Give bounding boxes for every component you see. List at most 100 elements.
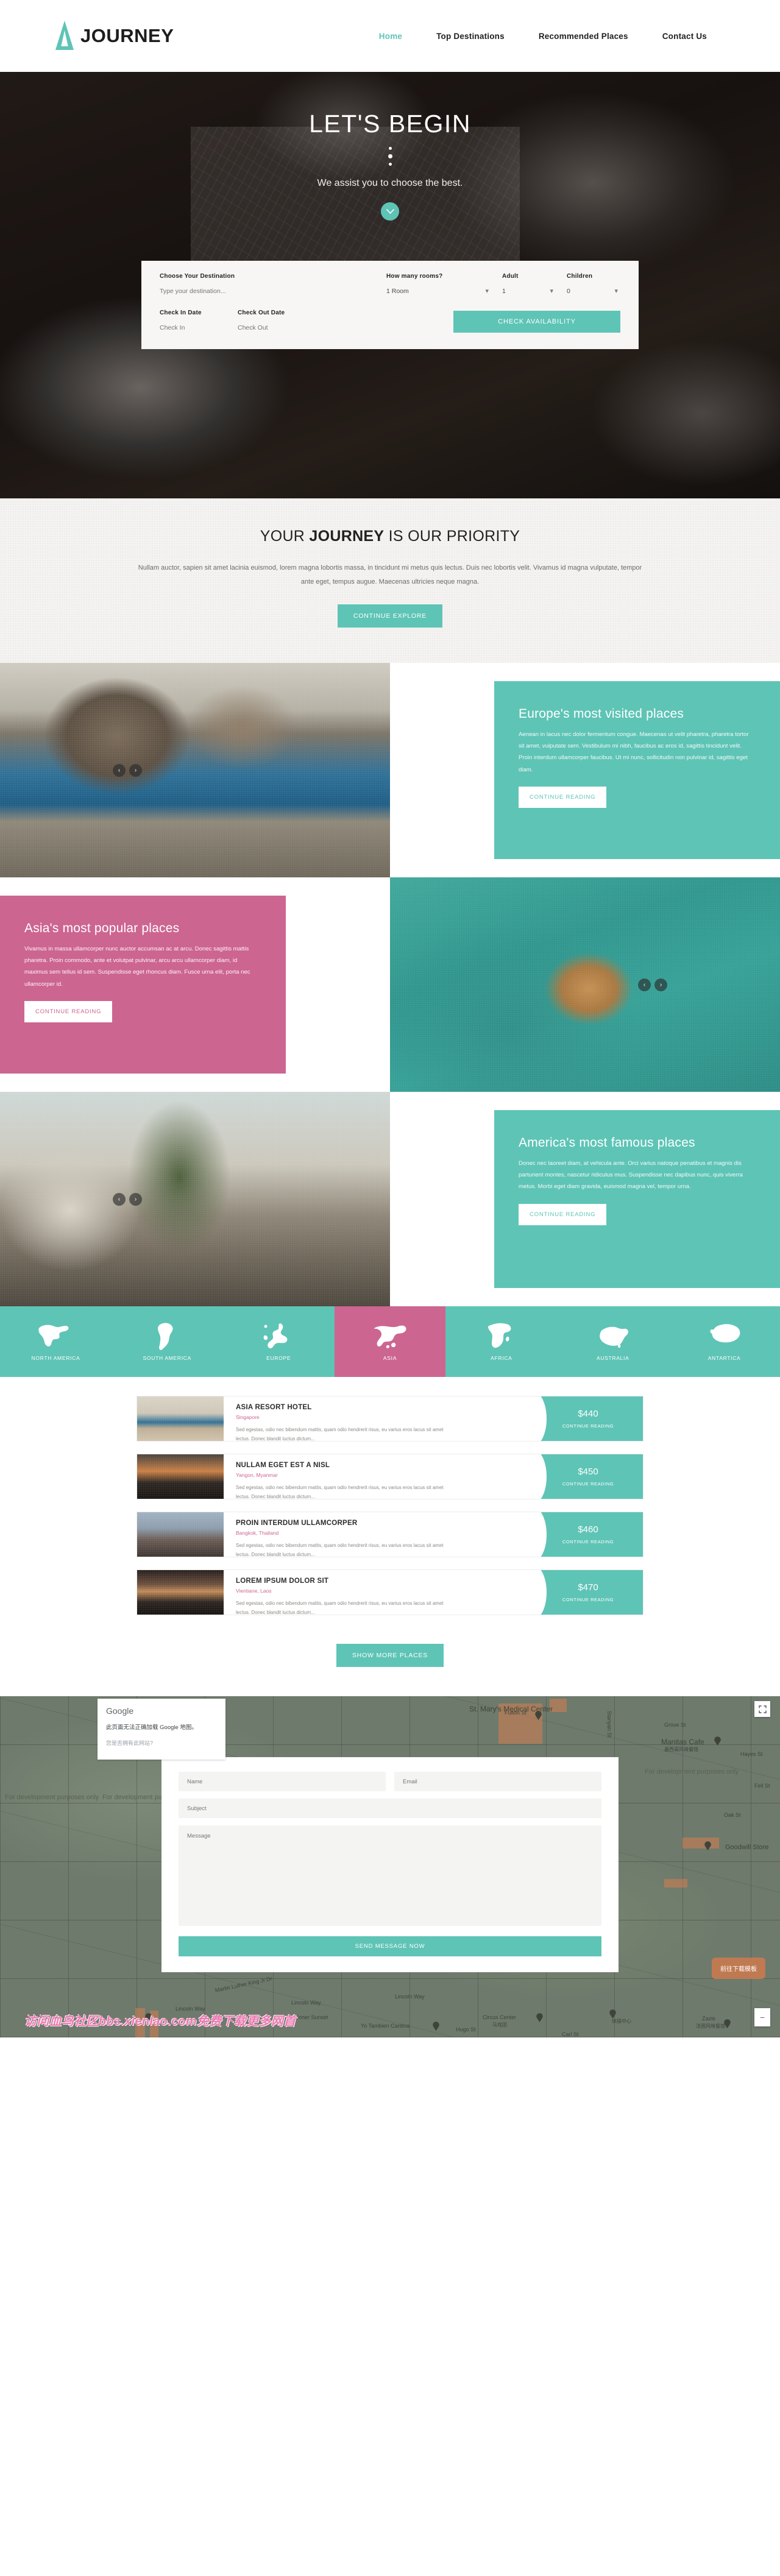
hotel-description: Sed egestas, odio nec bibendum mattis, q… (236, 1543, 444, 1557)
hotel-continue-reading[interactable]: CONTINUE READING (562, 1597, 614, 1602)
continent-label: ASIA (383, 1355, 397, 1362)
continent-label: ANTARTICA (707, 1355, 741, 1362)
contact-form: SEND MESSAGE NOW (161, 1757, 619, 1973)
map-label: Fell St (754, 1783, 770, 1789)
contact-message-textarea[interactable] (179, 1825, 601, 1927)
map-label: 墨西哥风味餐馆 (664, 1747, 698, 1753)
contact-email-input[interactable] (394, 1772, 601, 1792)
contact-subject-input[interactable] (179, 1799, 601, 1819)
hotel-price-panel[interactable]: $470 CONTINUE READING (520, 1570, 643, 1615)
map-contact-section: St. Mary's Medical Center Grove St Manit… (0, 1696, 780, 2038)
europe-body: Aenean in lacus nec dolor fermentum cong… (519, 731, 749, 773)
continent-antarctica[interactable]: ANTARTICA (668, 1306, 780, 1378)
hotel-name: ASIA RESORT HOTEL (236, 1404, 312, 1412)
europe-continue-reading-button[interactable]: CONTINUE READING (519, 786, 607, 808)
nav-item-top-destinations[interactable]: Top Destinations (436, 32, 505, 41)
carousel-prev-icon[interactable]: ‹ (113, 764, 126, 777)
australia-map-icon (595, 1322, 631, 1350)
hotel-price-panel[interactable]: $450 CONTINUE READING (520, 1454, 643, 1499)
map-label: Manitas Cafe (661, 1738, 704, 1747)
hotel-description: Sed egestas, odio nec bibendum mattis, q… (236, 1427, 444, 1442)
adult-value: 1 (502, 288, 506, 295)
north-america-map-icon (38, 1322, 73, 1350)
carousel-next-icon[interactable]: › (654, 978, 667, 992)
map-zoom-out-button[interactable]: − (754, 2008, 770, 2027)
hotel-continue-reading[interactable]: CONTINUE READING (562, 1539, 614, 1545)
checkout-input[interactable] (238, 324, 403, 331)
continents-strip: NORTH AMERICA SOUTH AMERICA EUROPE ASIA … (0, 1306, 780, 1378)
asia-continue-reading-button[interactable]: CONTINUE READING (24, 1000, 113, 1022)
hotel-info: ASIA RESORT HOTEL Singapore Sed egestas,… (224, 1396, 533, 1441)
hotel-location: Singapore (236, 1414, 260, 1421)
send-message-button[interactable]: SEND MESSAGE NOW (179, 1936, 601, 1957)
map-label: Fulton St (505, 1710, 527, 1716)
map-label: Oak St (724, 1812, 741, 1819)
hotel-info: PROIN INTERDUM ULLAMCORPER Bangkok, Thai… (224, 1512, 533, 1557)
chevron-down-icon: ▾ (550, 287, 553, 295)
hotel-price: $470 (578, 1582, 598, 1593)
adult-select[interactable]: 1 ▾ (502, 288, 556, 295)
europe-map-icon (261, 1322, 296, 1350)
nav-item-contact-us[interactable]: Contact Us (662, 32, 707, 41)
children-select[interactable]: 0 ▾ (567, 288, 620, 295)
hero-content: LET'S BEGIN We assist you to choose the … (0, 72, 780, 221)
carousel-prev-icon[interactable]: ‹ (113, 1193, 126, 1206)
hotel-price-panel[interactable]: $440 CONTINUE READING (520, 1396, 643, 1442)
hotel-location: Vientiane, Laos (236, 1588, 272, 1594)
carousel-prev-icon[interactable]: ‹ (638, 978, 651, 992)
chevron-down-icon (386, 208, 394, 214)
download-template-badge[interactable]: 前往下载模板 (712, 1958, 765, 1980)
hero-dot-divider (388, 147, 392, 166)
destination-input[interactable] (160, 288, 386, 295)
hotel-card[interactable]: ASIA RESORT HOTEL Singapore Sed egestas,… (137, 1396, 643, 1442)
map-label: Carl St (562, 2031, 579, 2038)
hotel-thumbnail (137, 1570, 224, 1615)
contact-name-input[interactable] (179, 1772, 386, 1792)
continent-north-america[interactable]: NORTH AMERICA (0, 1306, 112, 1378)
scroll-down-button[interactable] (381, 202, 399, 221)
america-photo (0, 1092, 390, 1307)
nav-item-home[interactable]: Home (379, 32, 402, 41)
hotel-continue-reading[interactable]: CONTINUE READING (562, 1481, 614, 1487)
brand-logo[interactable]: JOURNEY (54, 19, 174, 52)
google-own-site-link[interactable]: 您是否拥有此网站? (106, 1739, 217, 1747)
map-fullscreen-button[interactable] (754, 1701, 770, 1718)
asia-map-icon (372, 1322, 408, 1350)
continent-south-america[interactable]: SOUTH AMERICA (111, 1306, 223, 1378)
check-availability-button[interactable]: CHECK AVAILABILITY (453, 311, 620, 333)
continue-explore-button[interactable]: CONTINUE EXPLORE (337, 604, 443, 628)
asia-body: Vivamus in massa ullamcorper nunc auctor… (24, 946, 250, 988)
checkin-label: Check In Date (160, 310, 202, 316)
checkin-input[interactable] (160, 324, 238, 331)
map-label: Goodwill Store (725, 1844, 769, 1852)
journey-triangle-icon (54, 19, 77, 52)
continent-asia[interactable]: ASIA (334, 1306, 446, 1378)
show-more-places-button[interactable]: SHOW MORE PLACES (336, 1644, 444, 1668)
hotel-name: PROIN INTERDUM ULLAMCORPER (236, 1520, 358, 1527)
continent-europe[interactable]: EUROPE (222, 1306, 335, 1378)
asia-carousel-arrows: ‹ › (638, 978, 667, 992)
carousel-next-icon[interactable]: › (129, 764, 142, 777)
feature-europe: ‹ › Europe's most visited places Aenean … (0, 663, 780, 878)
hotel-name: NULLAM EGET EST A NISL (236, 1462, 330, 1470)
europe-panel: Europe's most visited places Aenean in l… (494, 681, 780, 860)
hotel-price-panel[interactable]: $460 CONTINUE READING (520, 1512, 643, 1557)
continent-label: SOUTH AMERICA (143, 1355, 192, 1362)
continent-australia[interactable]: AUSTRALIA (557, 1306, 669, 1378)
america-continue-reading-button[interactable]: CONTINUE READING (519, 1203, 607, 1225)
map-label: Hayes St (740, 1751, 763, 1758)
nav-item-recommended-places[interactable]: Recommended Places (539, 32, 628, 41)
hero-section: LET'S BEGIN We assist you to choose the … (0, 72, 780, 498)
continent-africa[interactable]: AFRICA (445, 1306, 558, 1378)
hotel-card[interactable]: NULLAM EGET EST A NISL Yangon, Myanmar S… (137, 1454, 643, 1499)
hotel-card[interactable]: LOREM IPSUM DOLOR SIT Vientiane, Laos Se… (137, 1570, 643, 1615)
hotel-location: Yangon, Myanmar (236, 1472, 278, 1479)
rooms-select[interactable]: 1 Room ▾ (386, 288, 491, 295)
hotel-card[interactable]: PROIN INTERDUM ULLAMCORPER Bangkok, Thai… (137, 1512, 643, 1557)
carousel-next-icon[interactable]: › (129, 1193, 142, 1206)
hotel-continue-reading[interactable]: CONTINUE READING (562, 1423, 614, 1429)
checkout-label: Check Out Date (238, 310, 285, 316)
children-value: 0 (567, 288, 570, 295)
priority-body: Nullam auctor, sapien sit amet lacinia e… (138, 564, 642, 586)
rooms-value: 1 Room (386, 288, 409, 295)
